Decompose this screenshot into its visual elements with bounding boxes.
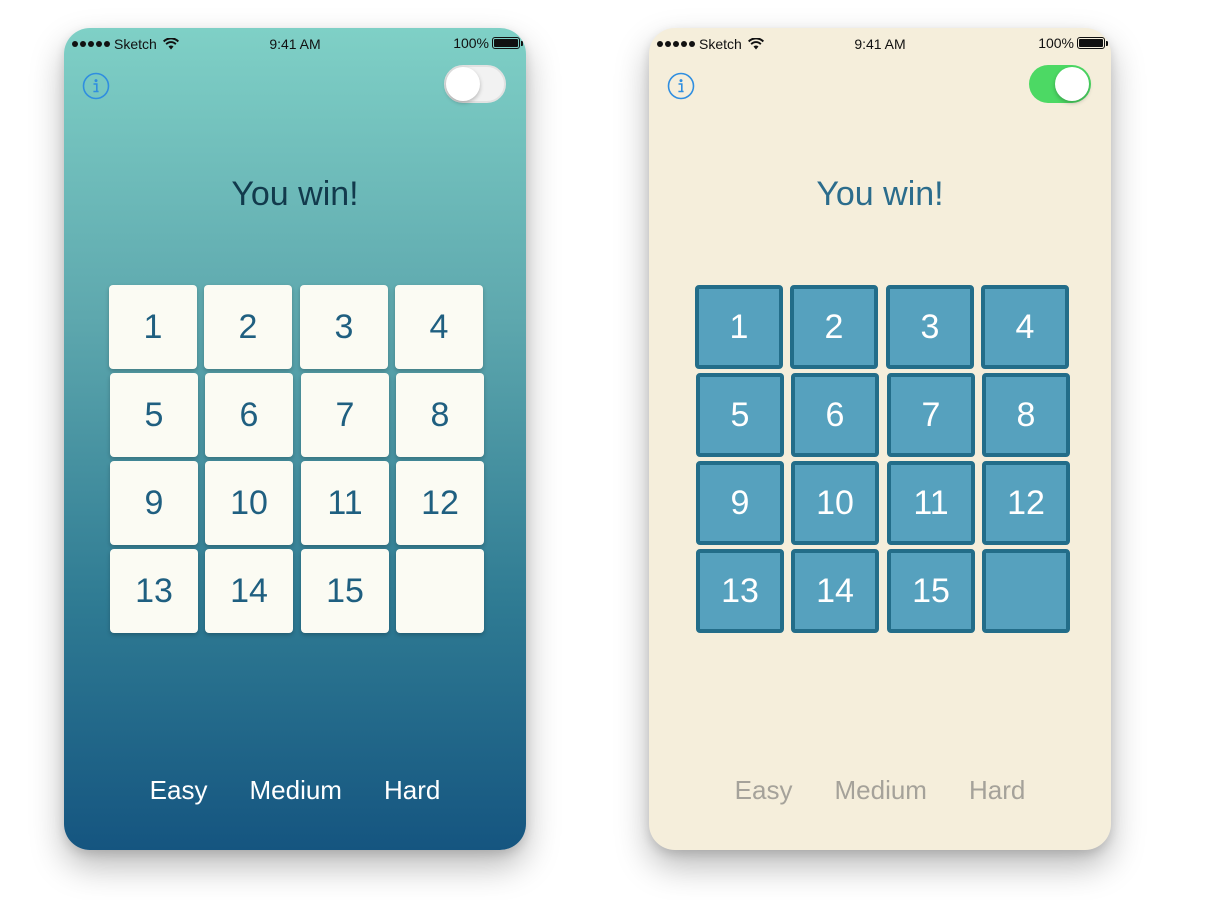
theme-toggle[interactable] <box>1029 65 1091 103</box>
difficulty-easy[interactable]: Easy <box>735 775 793 806</box>
difficulty-hard[interactable]: Hard <box>969 775 1025 806</box>
tile[interactable]: 8 <box>982 373 1070 457</box>
theme-toggle[interactable] <box>444 65 506 103</box>
tile[interactable]: 3 <box>300 285 388 369</box>
tile[interactable]: 11 <box>301 461 389 545</box>
tile[interactable]: 7 <box>887 373 975 457</box>
tile[interactable]: 15 <box>887 549 975 633</box>
phone-screen-light: Sketch 9:41 AM 100% You win! 1 2 3 4 5 6… <box>649 28 1111 850</box>
puzzle-board: 1 2 3 4 5 6 7 8 9 10 11 12 13 14 15 <box>695 285 1071 635</box>
toggle-knob <box>446 67 480 101</box>
difficulty-medium[interactable]: Medium <box>834 775 926 806</box>
tile[interactable]: 11 <box>887 461 975 545</box>
tile[interactable]: 14 <box>205 549 293 633</box>
difficulty-easy[interactable]: Easy <box>150 775 208 806</box>
win-message: You win! <box>231 175 359 213</box>
tile[interactable]: 2 <box>204 285 292 369</box>
tile[interactable]: 14 <box>791 549 879 633</box>
tile[interactable]: 12 <box>396 461 484 545</box>
tile[interactable]: 5 <box>110 373 198 457</box>
difficulty-selector: Easy Medium Hard <box>649 775 1111 806</box>
status-bar: Sketch 9:41 AM 100% <box>649 28 1111 58</box>
tile[interactable]: 6 <box>791 373 879 457</box>
puzzle-board: 1 2 3 4 5 6 7 8 9 10 11 12 13 14 15 <box>109 285 485 635</box>
tile[interactable]: 13 <box>696 549 784 633</box>
difficulty-selector: Easy Medium Hard <box>64 775 526 806</box>
difficulty-hard[interactable]: Hard <box>384 775 440 806</box>
tile[interactable]: 3 <box>886 285 974 369</box>
battery-percent: 100% <box>1038 35 1074 51</box>
info-icon[interactable] <box>82 72 110 100</box>
battery-icon <box>1077 37 1108 49</box>
phone-screen-dark: Sketch 9:41 AM 100% You win! 1 2 3 4 5 6… <box>64 28 526 850</box>
tile[interactable]: 1 <box>695 285 783 369</box>
tile[interactable]: 2 <box>790 285 878 369</box>
battery-percent: 100% <box>453 35 489 51</box>
empty-tile[interactable] <box>982 549 1070 633</box>
tile[interactable]: 9 <box>696 461 784 545</box>
win-message: You win! <box>816 175 944 213</box>
tile[interactable]: 12 <box>982 461 1070 545</box>
empty-tile[interactable] <box>396 549 484 633</box>
tile[interactable]: 4 <box>395 285 483 369</box>
info-icon[interactable] <box>667 72 695 100</box>
tile[interactable]: 6 <box>205 373 293 457</box>
tile[interactable]: 15 <box>301 549 389 633</box>
tile[interactable]: 13 <box>110 549 198 633</box>
status-bar: Sketch 9:41 AM 100% <box>64 28 526 58</box>
tile[interactable]: 10 <box>205 461 293 545</box>
tile[interactable]: 5 <box>696 373 784 457</box>
tile[interactable]: 8 <box>396 373 484 457</box>
difficulty-medium[interactable]: Medium <box>249 775 341 806</box>
tile[interactable]: 10 <box>791 461 879 545</box>
tile[interactable]: 9 <box>110 461 198 545</box>
toggle-knob <box>1055 67 1089 101</box>
tile[interactable]: 7 <box>301 373 389 457</box>
battery-icon <box>492 37 523 49</box>
tile[interactable]: 4 <box>981 285 1069 369</box>
tile[interactable]: 1 <box>109 285 197 369</box>
